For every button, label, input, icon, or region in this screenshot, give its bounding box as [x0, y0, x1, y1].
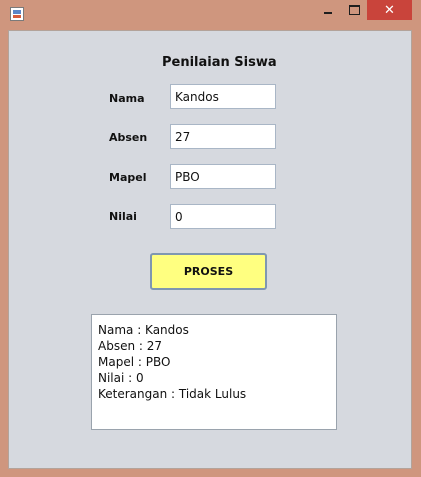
- form-panel: Penilaian Siswa Nama Absen Mapel Nilai P…: [8, 30, 412, 469]
- proses-button[interactable]: PROSES: [150, 253, 267, 290]
- nama-field[interactable]: [170, 84, 276, 109]
- maximize-icon: [348, 5, 360, 15]
- minimize-icon: [324, 12, 332, 14]
- java-app-icon[interactable]: [10, 7, 24, 21]
- close-icon: ✕: [384, 2, 395, 18]
- maximize-button[interactable]: [341, 0, 367, 20]
- form-title: Penilaian Siswa: [162, 55, 277, 70]
- app-window: ✕ Penilaian Siswa Nama Absen Mapel Nilai…: [0, 0, 421, 477]
- result-line-keterangan: Keterangan : Tidak Lulus: [98, 387, 247, 401]
- nilai-field[interactable]: [170, 204, 276, 229]
- result-line-nilai: Nilai : 0: [98, 371, 144, 385]
- nama-label: Nama: [109, 92, 145, 105]
- absen-field[interactable]: [170, 124, 276, 149]
- result-line-nama: Nama : Kandos: [98, 323, 189, 337]
- minimize-button[interactable]: [315, 0, 341, 20]
- result-line-mapel: Mapel : PBO: [98, 355, 171, 369]
- mapel-label: Mapel: [109, 171, 147, 184]
- close-button[interactable]: ✕: [367, 0, 412, 20]
- result-textarea[interactable]: Nama : Kandos Absen : 27 Mapel : PBO Nil…: [91, 314, 337, 430]
- mapel-field[interactable]: [170, 164, 276, 189]
- absen-label: Absen: [109, 131, 148, 144]
- result-line-absen: Absen : 27: [98, 339, 163, 353]
- nilai-label: Nilai: [109, 210, 137, 223]
- title-bar[interactable]: ✕: [0, 0, 421, 28]
